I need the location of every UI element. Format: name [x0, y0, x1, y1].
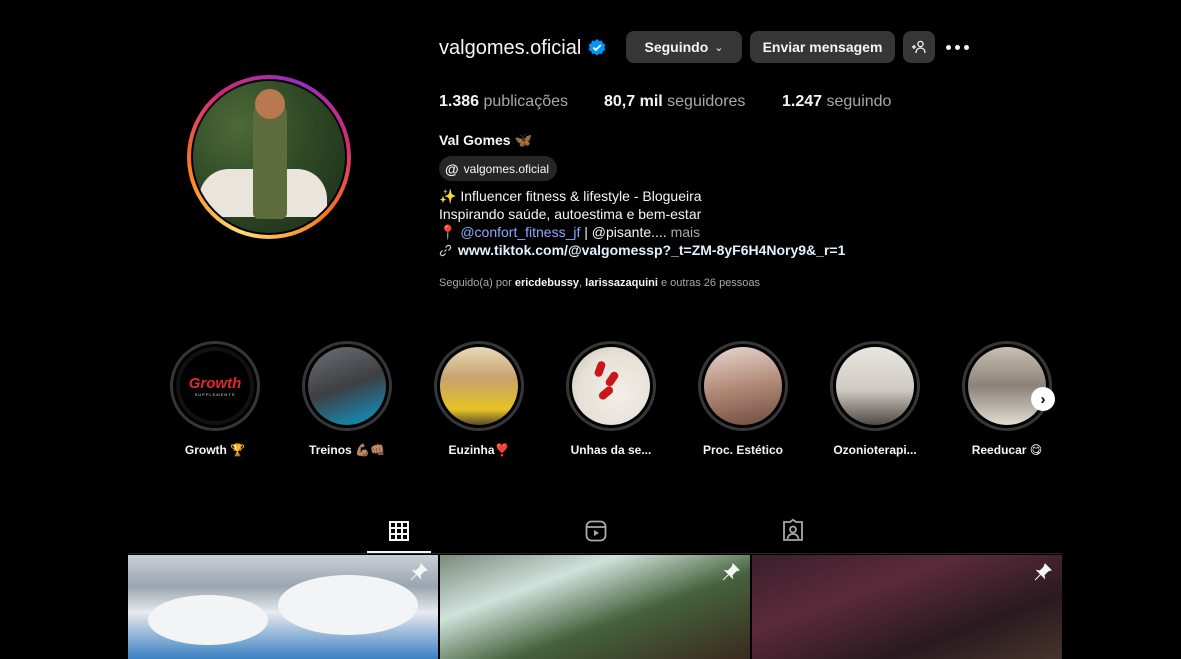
- highlight-label: Reeducar 😋: [971, 443, 1043, 457]
- bio-line: 📍 @confort_fitness_jf | @pisante.... mai…: [439, 224, 700, 241]
- post-thumbnail[interactable]: [752, 555, 1062, 659]
- highlight-cover: [836, 347, 914, 425]
- highlight-label: Treinos 💪🏽👊🏽: [309, 443, 385, 457]
- bio-line: Inspirando saúde, autoestima e bem-estar: [439, 206, 702, 222]
- avatar-photo: [193, 81, 345, 233]
- following-button[interactable]: Seguindo ⌄: [626, 31, 742, 63]
- followed-by-user[interactable]: larissazaquini: [585, 277, 658, 289]
- pinned-icon: [1034, 563, 1052, 581]
- pinned-icon: [722, 563, 740, 581]
- highlight-cover: [968, 347, 1046, 425]
- external-link[interactable]: www.tiktok.com/@valgomessp?_t=ZM-8yF6H4N…: [439, 242, 845, 258]
- highlight-cover: Growth SUPPLEMENTS: [176, 347, 254, 425]
- chevron-right-icon: ›: [1040, 390, 1046, 408]
- profile-full-name: Val Gomes 🦋: [439, 132, 532, 148]
- highlights-next-button[interactable]: ›: [1031, 387, 1055, 411]
- more-options-icon[interactable]: [946, 40, 972, 54]
- send-message-button[interactable]: Enviar mensagem: [750, 31, 895, 63]
- followers-link[interactable]: 80,7 mil seguidores: [604, 93, 745, 111]
- highlight-unhas[interactable]: Unhas da se...: [566, 341, 656, 457]
- followed-by-text[interactable]: Seguido(a) por ericdebussy, larissazaqui…: [439, 277, 760, 289]
- highlight-treinos[interactable]: Treinos 💪🏽👊🏽: [302, 341, 392, 457]
- post-thumbnail[interactable]: [128, 555, 438, 659]
- post-thumbnail[interactable]: [440, 555, 750, 659]
- following-link[interactable]: 1.247 seguindo: [782, 93, 891, 111]
- threads-icon: @: [445, 160, 459, 177]
- bio-more-link[interactable]: mais: [671, 224, 701, 240]
- tabs-divider: [128, 553, 1062, 554]
- highlight-label: Growth 🏆: [184, 443, 246, 457]
- reels-icon[interactable]: [584, 519, 608, 543]
- bio-line: ✨ Influencer fitness & lifestyle - Blogu…: [439, 188, 702, 204]
- highlight-ozonioterapia[interactable]: Ozonioterapi...: [830, 341, 920, 457]
- pin-icon: 📍: [439, 224, 457, 240]
- highlight-label: Unhas da se...: [570, 443, 652, 457]
- highlight-label: Proc. Estético: [702, 443, 784, 457]
- tagged-icon[interactable]: [781, 519, 805, 543]
- growth-logo: Growth: [188, 375, 242, 392]
- following-button-label: Seguindo: [644, 39, 709, 55]
- highlight-label: Euzinha❣️: [448, 443, 510, 457]
- highlight-cover: [572, 347, 650, 425]
- highlight-euzinha[interactable]: Euzinha❣️: [434, 341, 524, 457]
- highlight-cover: [308, 347, 386, 425]
- bio-text: | @pisante....: [580, 224, 667, 240]
- followed-by-user[interactable]: ericdebussy: [515, 277, 579, 289]
- highlight-proc-estetico[interactable]: Proc. Estético: [698, 341, 788, 457]
- active-tab-indicator: [367, 551, 431, 553]
- link-icon: [439, 244, 452, 256]
- threads-handle: valgomes.oficial: [463, 161, 550, 176]
- highlight-cover: [440, 347, 518, 425]
- chevron-down-icon: ⌄: [714, 41, 724, 54]
- external-link-text: www.tiktok.com/@valgomessp?_t=ZM-8yF6H4N…: [458, 242, 846, 258]
- verified-badge-icon: [588, 39, 606, 56]
- pinned-icon: [410, 563, 428, 581]
- highlight-cover: [704, 347, 782, 425]
- posts-count: 1.386 publicações: [439, 93, 568, 110]
- threads-badge[interactable]: @ valgomes.oficial: [439, 156, 558, 181]
- add-user-icon: [912, 40, 926, 54]
- bio-mention-link[interactable]: @confort_fitness_jf: [460, 224, 580, 240]
- highlight-growth[interactable]: Growth SUPPLEMENTS Growth 🏆: [170, 341, 260, 457]
- highlight-label: Ozonioterapi...: [833, 443, 917, 457]
- suggest-users-button[interactable]: [903, 31, 935, 63]
- posts-grid-icon[interactable]: [387, 519, 411, 543]
- profile-username: valgomes.oficial: [439, 37, 582, 59]
- profile-avatar[interactable]: [187, 75, 351, 239]
